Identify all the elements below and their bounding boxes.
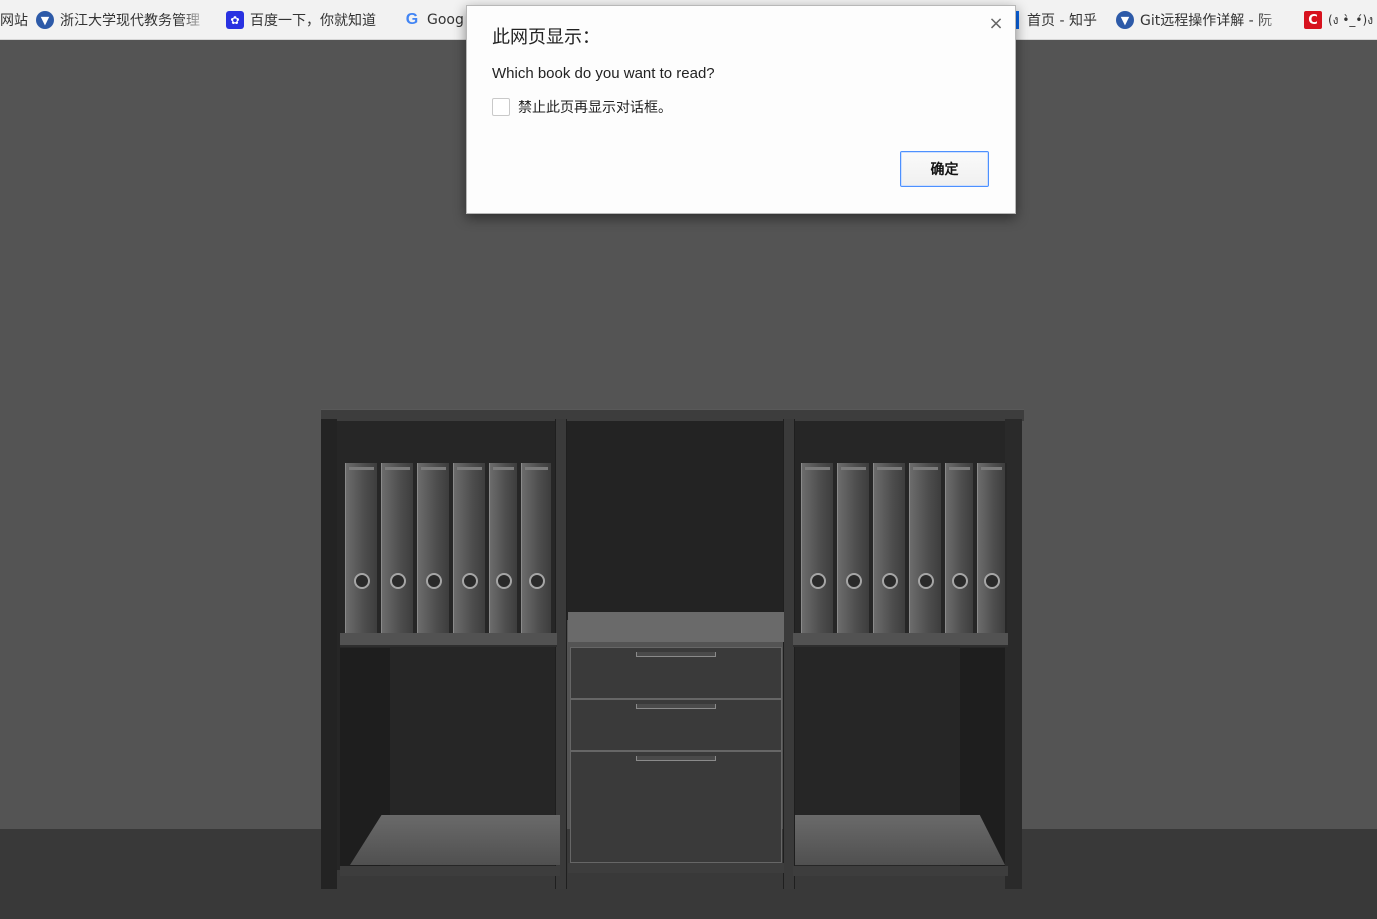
bookmark-zju-academic[interactable]: ▼ 浙江大学现代教务管理 [36,0,214,39]
binder-ring [917,573,934,589]
binder-row-left[interactable] [345,463,555,633]
drawer-3[interactable] [570,751,782,863]
drawer-handle[interactable] [636,704,716,709]
binder[interactable] [453,463,487,633]
binder[interactable] [909,463,943,633]
binder[interactable] [381,463,415,633]
binder-ring [528,573,545,589]
binder-ring [461,573,478,589]
bookmark-label: 网站 [0,13,28,29]
bottom-board-right [795,815,1005,865]
bookmark-label: 百度一下，你就知道 [250,13,376,29]
suppress-dialogs-label: 禁止此页再显示对话框。 [518,100,672,116]
dialog-message: Which book do you want to read? [492,65,715,82]
close-icon[interactable]: × [986,13,1006,34]
binder-ring [495,573,512,589]
binder-ring [983,573,1000,589]
binder[interactable] [837,463,871,633]
google-icon: G [405,11,419,28]
binder[interactable] [977,463,1007,633]
bookmark-zhihu[interactable]: 首页 - 知乎 [1015,0,1097,39]
binder[interactable] [489,463,519,633]
binder-ring [951,573,968,589]
shelf-right [793,633,1008,647]
binder-ring [425,573,442,589]
bookmark-baidu[interactable]: ✿ 百度一下，你就知道 [226,0,376,39]
bottom-board-left [350,815,560,865]
binder-ring [881,573,898,589]
bookmark-kaomoji[interactable]: C (ง •̀_•́)ง [1304,0,1374,39]
ok-button[interactable]: 确定 [900,151,989,187]
binder-ring [845,573,862,589]
binder[interactable] [417,463,451,633]
binder-row-right[interactable] [801,463,1009,633]
front-lip-left [340,866,560,876]
bookmark-label: (ง •̀_•́)ง [1328,12,1374,27]
binder-ring [389,573,406,589]
drawer-handle[interactable] [636,756,716,761]
drawer-unit-top [568,612,784,642]
c-icon: C [1304,11,1322,29]
binder[interactable] [521,463,553,633]
bookmark-label: Goog [427,12,464,28]
binder[interactable] [945,463,975,633]
bookmark-label: 首页 - 知乎 [1027,13,1097,29]
binder[interactable] [873,463,907,633]
bookmark-website[interactable]: 网站 [0,0,28,39]
drawer-1[interactable] [570,647,782,699]
drawer-handle[interactable] [636,652,716,657]
binder[interactable] [345,463,379,633]
baidu-paw-icon: ✿ [226,11,244,29]
cabinet-top [321,409,1024,421]
bookmark-git-remote[interactable]: ▼ Git远程操作详解 - 阮 [1116,0,1291,39]
alert-dialog: 此网页显示： × Which book do you want to read?… [466,5,1016,214]
bookmark-google[interactable]: G Goog [403,0,464,39]
binder-ring [809,573,826,589]
cabinet-side-left [321,419,337,889]
front-lip-right [793,866,1008,876]
front-lip-middle [568,863,784,873]
suppress-dialogs-checkbox[interactable] [492,98,510,116]
shelf-left [340,633,557,647]
back-panel-middle [567,420,784,620]
dialog-title: 此网页显示： [492,27,600,48]
drawer-2[interactable] [570,699,782,751]
binder-ring [353,573,370,589]
binder[interactable] [801,463,835,633]
zju-icon: ▼ [36,11,54,29]
suppress-dialogs-row[interactable]: 禁止此页再显示对话框。 [492,97,672,117]
bookmark-label: 浙江大学现代教务管理 [60,13,200,29]
zju-icon: ▼ [1116,11,1134,29]
bookmark-label: Git远程操作详解 - 阮 [1140,13,1273,29]
cabinet-divider-right [783,419,795,889]
